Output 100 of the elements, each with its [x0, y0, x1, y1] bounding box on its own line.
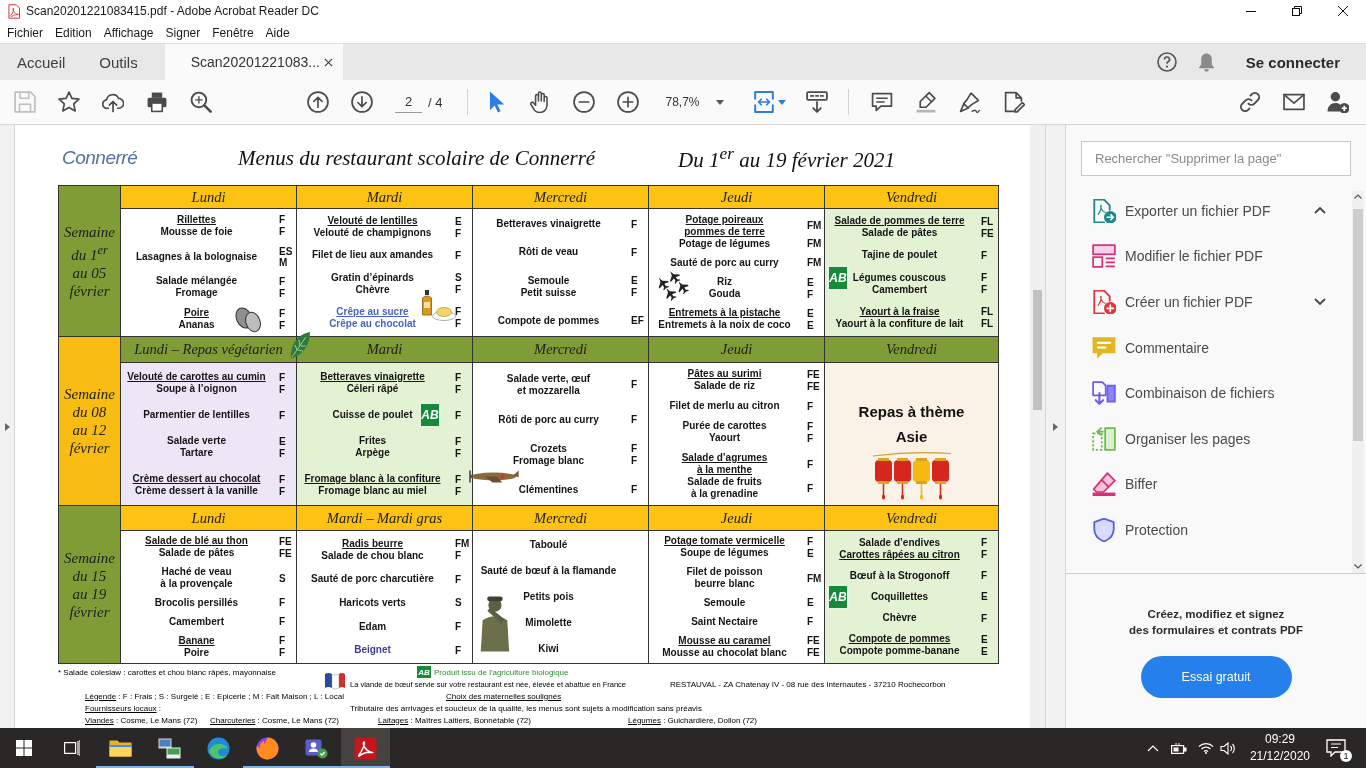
scroll-up-icon[interactable]	[1354, 194, 1362, 199]
notification-icon[interactable]	[1326, 739, 1346, 757]
cloud-upload-icon	[102, 91, 124, 113]
day-header: Mardi – Mardi gras	[297, 506, 472, 530]
week-label: Semaine du 08 au 12 février	[64, 385, 115, 457]
dish-name: Gouda	[708, 288, 741, 301]
supply-code: FE	[278, 535, 293, 547]
arrow-down-circle-icon	[351, 91, 373, 113]
dish-name: Carottes râpées au citron	[839, 548, 960, 561]
supply-code: F	[630, 218, 639, 230]
supply-code: FE	[806, 635, 821, 647]
page-count: / 4	[428, 94, 443, 110]
battery-icon[interactable]	[1170, 742, 1187, 754]
dish-name: Coquillettes	[870, 590, 929, 603]
airplane-icon	[466, 470, 522, 483]
dish-name: Parmentier de lentilles	[143, 409, 250, 421]
chevron-down-icon[interactable]	[1314, 298, 1326, 306]
supply-code: F	[630, 414, 639, 425]
wifi-icon[interactable]	[1197, 742, 1214, 754]
day-header: Lundi – Repas végétarien	[121, 337, 296, 362]
tab[interactable]: Outils	[82, 44, 155, 80]
supply-code: F	[980, 537, 989, 549]
caret-down-icon	[777, 99, 786, 105]
menu-item[interactable]: Fichier	[1, 23, 49, 42]
zoom-dropdown[interactable]: 78,7%	[658, 89, 733, 115]
supply-code: F	[278, 409, 287, 421]
dish-name: Fromage	[175, 287, 218, 300]
tab[interactable]: Scan20201221083...	[164, 44, 343, 80]
supply-code: FM	[806, 257, 823, 269]
dish-name: Fromage blanc	[512, 454, 585, 467]
menu-item[interactable]: Signer	[159, 23, 207, 42]
organic-logo: AB	[827, 264, 849, 291]
menu-item[interactable]: Aide	[259, 23, 296, 42]
flag-icon	[324, 672, 346, 690]
dish-name: Bœuf à la Strogonoff	[849, 569, 950, 582]
dish-name: Potage de légumes	[678, 237, 771, 250]
page-field[interactable]: 2	[395, 91, 422, 113]
speaker-icon[interactable]	[1219, 741, 1236, 755]
dish-name: Filet de poisson beurre blanc	[686, 566, 763, 591]
tool-item[interactable]: Combinaison de fichiers	[1082, 370, 1335, 416]
bottle-and-plate-icon	[420, 289, 456, 321]
tool-item[interactable]: Commentaire	[1082, 324, 1335, 371]
scrollbar-thumb[interactable]	[1353, 209, 1363, 441]
supply-code: F	[278, 485, 287, 497]
search-icon	[190, 91, 212, 113]
scrollbar-thumb[interactable]	[1033, 290, 1042, 410]
dish-name: Salade d’agrumes à la menthe	[681, 452, 768, 476]
dish-name: Camembert	[169, 615, 224, 628]
scroll-down-icon[interactable]	[1354, 564, 1362, 569]
supply-code: E	[980, 591, 989, 603]
supply-code: FL	[980, 215, 995, 227]
dish-name: Fromage blanc au miel	[318, 485, 427, 497]
caret-right-icon[interactable]	[4, 422, 10, 431]
highlighter-icon	[915, 91, 938, 113]
supply-code: F	[980, 570, 989, 582]
dish-name: Riz	[717, 276, 732, 289]
bell-icon[interactable]	[1197, 52, 1215, 72]
supply-code: F	[806, 616, 815, 628]
close-icon[interactable]	[323, 57, 333, 67]
dish-name: Edam	[358, 620, 387, 633]
taskbar-app[interactable]	[341, 728, 390, 768]
lanterns-icon	[871, 452, 952, 500]
tool-item[interactable]: Organiser les pages	[1082, 415, 1335, 462]
dish-name: Petit suisse	[520, 286, 577, 299]
tool-item[interactable]: Protection	[1082, 507, 1335, 553]
supply-code: F	[806, 400, 815, 412]
dish-name: Betteraves vinaigrette	[496, 218, 601, 231]
chevron-up-icon[interactable]	[1314, 207, 1326, 215]
tool-item[interactable]: Créer un fichier PDF	[1082, 279, 1335, 325]
dish-name: Rillettes	[177, 213, 216, 226]
help-icon[interactable]	[1156, 52, 1177, 72]
caret-right-icon[interactable]	[1053, 422, 1058, 431]
supply-code: F	[454, 435, 463, 447]
clock-time[interactable]: 09:29	[1264, 731, 1295, 748]
search-field[interactable]: Rechercher "Supprimer la page"	[1081, 141, 1351, 176]
supply-code: F	[630, 455, 639, 466]
supply-code: F	[806, 482, 815, 494]
town-logo: Connerré	[62, 147, 138, 169]
tool-item[interactable]: Modifier le fichier PDF	[1082, 233, 1335, 280]
zoom-in-icon	[617, 91, 640, 113]
supply-code: F	[806, 420, 815, 432]
menu-item[interactable]: Affichage	[97, 23, 160, 42]
menu-item[interactable]: Fenêtre	[206, 23, 260, 42]
free-trial-button[interactable]: Essai gratuit	[1140, 656, 1292, 698]
tab[interactable]: Accueil	[0, 44, 83, 80]
menu-item[interactable]: Edition	[49, 23, 98, 42]
supply-code: F	[278, 383, 287, 395]
supply-code: F	[630, 443, 639, 454]
dish-name: Yaourt à la confiture de lait	[835, 317, 964, 330]
organic-logo: AB	[419, 402, 441, 428]
supply-code: E	[806, 276, 815, 288]
dish-name: Tartare	[179, 447, 214, 459]
clock-date[interactable]: 21/12/2020	[1249, 748, 1310, 765]
sign-in-button[interactable]: Se connecter	[1245, 53, 1340, 71]
disclaimer: Tributaire des arrivages et soucieux de la qualité, les menus sont sujets à modification sans préavis	[350, 703, 703, 713]
tool-item[interactable]: Exporter un fichier PDF	[1082, 188, 1335, 234]
dish-name: Yaourt	[708, 432, 741, 444]
supply-code: EF	[630, 315, 645, 327]
dish-name: Taboulé	[529, 539, 568, 551]
tool-item[interactable]: Biffer	[1082, 461, 1335, 508]
